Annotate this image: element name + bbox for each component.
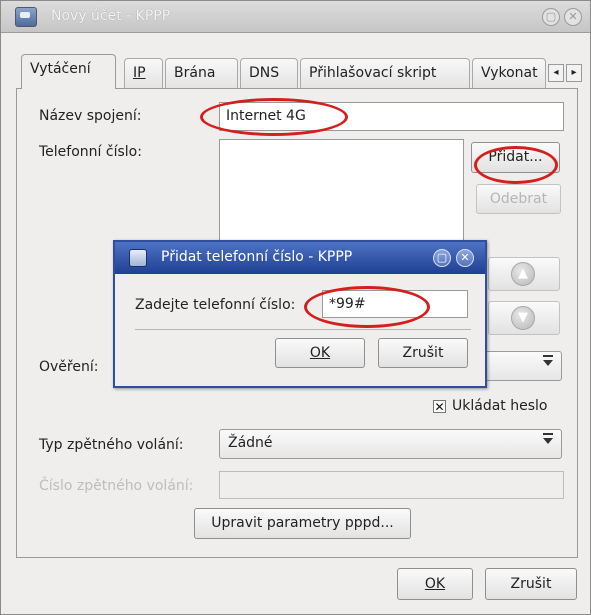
tab-scroll-left-icon[interactable]: ◂: [548, 64, 564, 82]
tab-dialing[interactable]: Vytáčení: [21, 54, 116, 89]
close-icon[interactable]: ✕: [564, 8, 582, 26]
dialog-title-bar[interactable]: Přidat telefonní číslo - KPPP ▢ ✕: [115, 242, 485, 274]
save-password-label: Ukládat heslo: [452, 398, 548, 414]
add-phone-button[interactable]: Přidat...: [471, 142, 560, 173]
maximize-icon[interactable]: ▢: [542, 8, 560, 26]
chevron-down-icon: [543, 433, 553, 444]
move-down-button[interactable]: ▼: [488, 301, 560, 335]
arrow-down-icon: ▼: [511, 306, 535, 330]
tab-login-script[interactable]: Přihlašovací skript: [300, 58, 470, 88]
callback-type-select[interactable]: Žádné: [219, 429, 562, 459]
tab-execute[interactable]: Vykonat: [472, 58, 546, 88]
callback-number-input[interactable]: [219, 471, 564, 499]
arrow-up-icon: ▲: [511, 262, 535, 286]
dialog-cancel-button[interactable]: Zrušit: [378, 338, 468, 368]
cancel-button[interactable]: Zrušit: [485, 568, 577, 600]
tab-gateway[interactable]: Brána: [165, 58, 238, 88]
save-password-checkbox[interactable]: ✕: [433, 400, 446, 413]
callback-number-label: Číslo zpětného volání:: [39, 478, 194, 494]
authentication-label: Ověření:: [39, 359, 99, 375]
kppp-app-icon: [129, 249, 147, 267]
dialog-separator: [135, 329, 471, 330]
window-title: Nový účet - KPPP: [51, 8, 171, 24]
title-bar[interactable]: Nový účet - KPPP ▢ ✕: [1, 1, 590, 33]
dialog-title: Přidat telefonní číslo - KPPP: [161, 249, 353, 265]
kppp-app-icon: [15, 7, 37, 27]
remove-phone-button[interactable]: Odebrat: [476, 184, 561, 214]
close-icon[interactable]: ✕: [456, 249, 474, 267]
dialog-prompt-label: Zadejte telefonní číslo:: [135, 297, 296, 313]
move-up-button[interactable]: ▲: [488, 257, 560, 291]
ok-button[interactable]: OK: [397, 568, 473, 600]
connection-name-input[interactable]: Internet 4G: [219, 102, 564, 131]
dialog-ok-button[interactable]: OK: [275, 338, 365, 368]
connection-name-label: Název spojení:: [39, 108, 142, 124]
dialog-phone-input[interactable]: *99#: [322, 290, 468, 318]
add-phone-dialog: Přidat telefonní číslo - KPPP ▢ ✕ Zadejt…: [113, 240, 487, 388]
chevron-down-icon: [543, 355, 553, 366]
callback-type-label: Typ zpětného volání:: [39, 437, 184, 453]
edit-pppd-arguments-button[interactable]: Upravit parametry pppd...: [194, 508, 411, 539]
tab-ip[interactable]: IP: [124, 58, 163, 88]
tab-dns[interactable]: DNS: [240, 58, 298, 88]
phone-number-label: Telefonní číslo:: [39, 144, 142, 160]
maximize-icon[interactable]: ▢: [433, 249, 451, 267]
tab-scroll-right-icon[interactable]: ▸: [566, 64, 582, 82]
